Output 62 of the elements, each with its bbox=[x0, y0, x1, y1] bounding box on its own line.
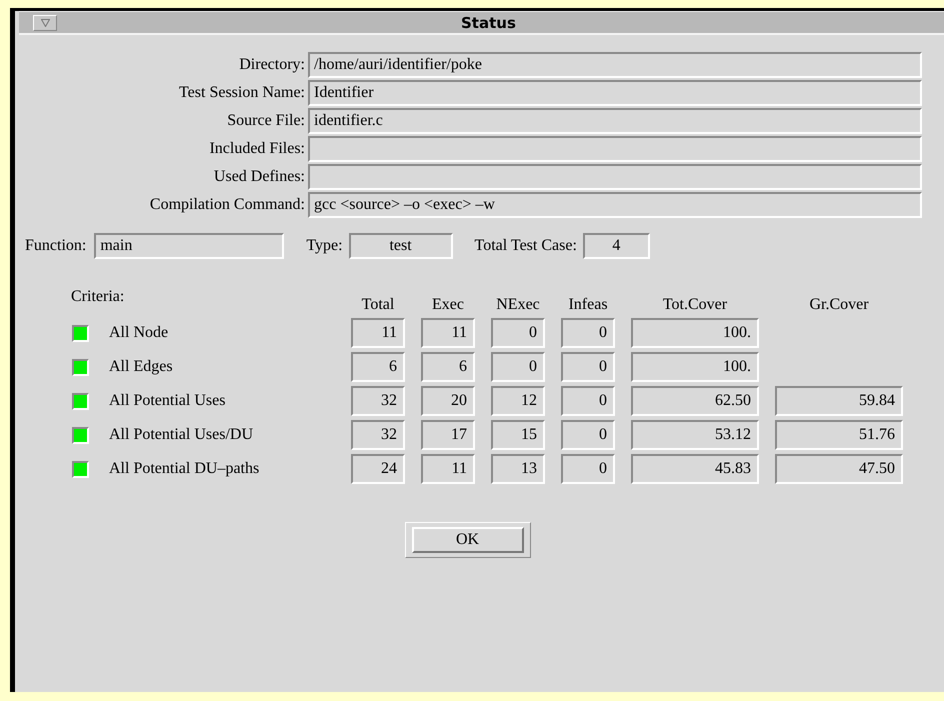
table-cell: 45.83 bbox=[631, 454, 759, 484]
table-cell: 0 bbox=[561, 386, 615, 416]
field-label: Compilation Command: bbox=[148, 195, 305, 215]
table-cell: 11 bbox=[421, 454, 475, 484]
column-header: Infeas bbox=[567, 296, 609, 314]
column-header: Tot.Cover bbox=[662, 296, 728, 314]
field-label: Source File: bbox=[226, 111, 305, 131]
table-cell: 17 bbox=[421, 420, 475, 450]
column-header: NExec bbox=[495, 296, 541, 314]
field-label: Used Defines: bbox=[212, 167, 305, 187]
text-field[interactable] bbox=[308, 136, 922, 162]
table-cell: 15 bbox=[491, 420, 545, 450]
table-cell: 20 bbox=[421, 386, 475, 416]
table-cell: 100. bbox=[631, 352, 759, 382]
table-cell: 11 bbox=[351, 318, 405, 348]
table-cell: 6 bbox=[421, 352, 475, 382]
text-field[interactable]: gcc <source> –o <exec> –w bbox=[308, 192, 922, 218]
table-cell: 0 bbox=[491, 352, 545, 382]
table-cell: 0 bbox=[561, 454, 615, 484]
table-cell: 12 bbox=[491, 386, 545, 416]
text-field[interactable] bbox=[308, 164, 922, 190]
text-field[interactable]: test bbox=[348, 233, 453, 259]
text-field[interactable]: identifier.c bbox=[308, 108, 922, 134]
text-field[interactable]: main bbox=[94, 233, 284, 259]
table-cell: 62.50 bbox=[631, 386, 759, 416]
table-cell: 0 bbox=[561, 318, 615, 348]
field-label: Included Files: bbox=[208, 139, 305, 159]
criterion-name: All Potential Uses bbox=[109, 392, 226, 410]
field-label: Type: bbox=[306, 237, 343, 255]
field-label: Function: bbox=[25, 237, 86, 255]
table-cell: 59.84 bbox=[775, 386, 903, 416]
table-cell: 0 bbox=[561, 352, 615, 382]
column-header: Gr.Cover bbox=[808, 296, 870, 314]
field-label: Directory: bbox=[238, 55, 305, 75]
criterion-name: All Node bbox=[109, 324, 168, 342]
text-field[interactable]: Identifier bbox=[308, 80, 922, 106]
table-cell: 53.12 bbox=[631, 420, 759, 450]
criterion-name: All Edges bbox=[109, 358, 173, 376]
window-title: Status bbox=[461, 14, 516, 32]
table-cell: 6 bbox=[351, 352, 405, 382]
table-cell: 11 bbox=[421, 318, 475, 348]
table-cell: 24 bbox=[351, 454, 405, 484]
criterion-name: All Potential Uses/DU bbox=[109, 426, 253, 444]
table-cell: 0 bbox=[561, 420, 615, 450]
criterion-name: All Potential DU–paths bbox=[109, 460, 260, 478]
table-cell: 32 bbox=[351, 420, 405, 450]
field-label: Total Test Case: bbox=[474, 237, 577, 255]
table-cell: 32 bbox=[351, 386, 405, 416]
table-cell: 100. bbox=[631, 318, 759, 348]
column-header: Exec bbox=[431, 296, 465, 314]
text-field[interactable]: /home/auri/identifier/poke bbox=[308, 52, 922, 78]
window-menu-button[interactable] bbox=[33, 14, 57, 30]
ok-button[interactable]: OK bbox=[412, 527, 524, 553]
field-label: Test Session Name: bbox=[178, 83, 305, 103]
criteria-label: Criteria: bbox=[71, 288, 124, 306]
text-field[interactable]: 4 bbox=[582, 233, 650, 259]
table-cell: 51.76 bbox=[775, 420, 903, 450]
column-header: Total bbox=[360, 296, 396, 314]
triangle-down-icon bbox=[40, 18, 50, 26]
table-cell: 13 bbox=[491, 454, 545, 484]
table-cell: 47.50 bbox=[775, 454, 903, 484]
table-cell: 0 bbox=[491, 318, 545, 348]
